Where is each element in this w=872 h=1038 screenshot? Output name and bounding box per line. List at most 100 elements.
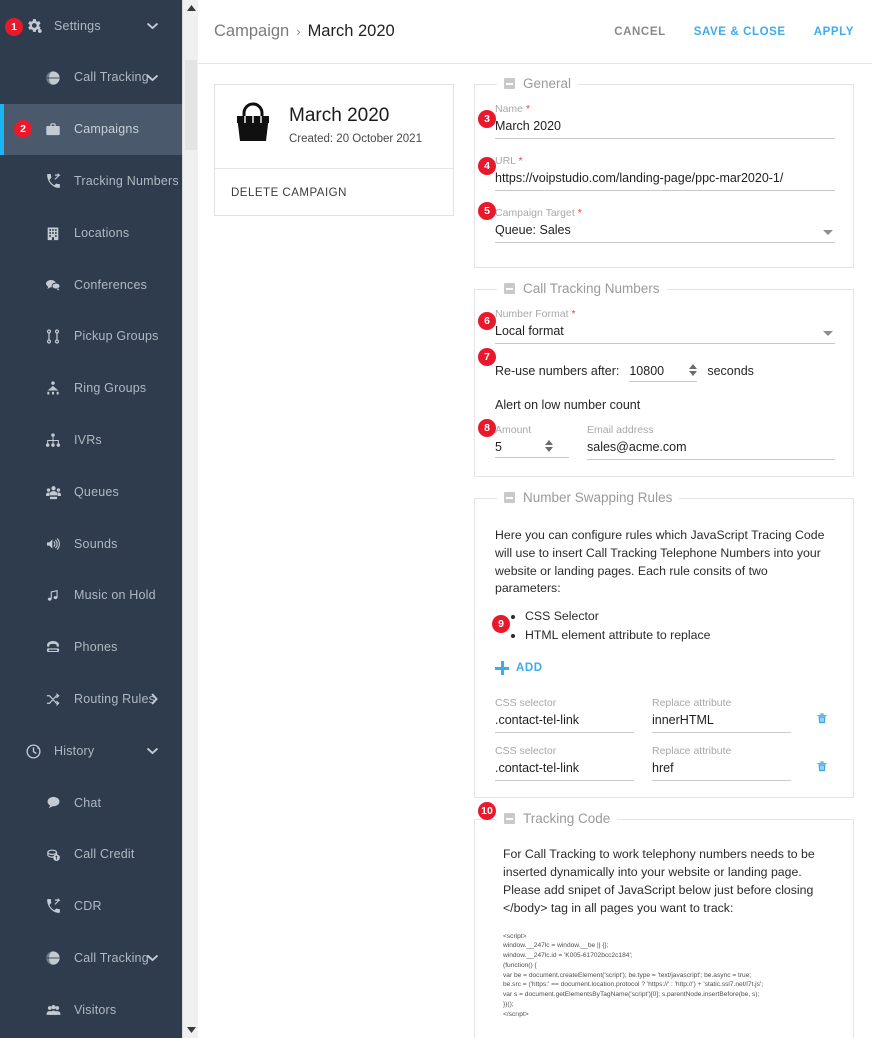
sidebar-item-call-tracking[interactable]: Call Tracking <box>0 52 182 104</box>
number-swapping-description: Here you can configure rules which JavaS… <box>495 528 825 596</box>
sidebar-item-ivrs[interactable]: IVRs <box>0 414 182 466</box>
sidebar-item-phones[interactable]: Phones <box>0 622 182 674</box>
chevron-down-icon[interactable] <box>147 22 158 29</box>
sidebar-item-cdr[interactable]: CDR <box>0 881 182 933</box>
trash-icon <box>815 758 829 777</box>
field-campaign-target: Campaign Target * <box>495 207 835 243</box>
section-call-tracking-numbers-legend[interactable]: Call Tracking Numbers <box>497 281 667 296</box>
number-format-select[interactable] <box>495 322 835 344</box>
stepper-arrows-icon[interactable] <box>689 364 698 376</box>
delete-rule-button[interactable] <box>809 710 835 733</box>
sidebar-item-sounds[interactable]: Sounds <box>0 518 182 570</box>
sidebar-item-music-on-hold[interactable]: Music on Hold <box>0 570 182 622</box>
conference-icon <box>42 275 64 295</box>
sidebar-item-call-credit[interactable]: Call Credit <box>0 829 182 881</box>
reuse-numbers-stepper[interactable] <box>629 364 698 382</box>
sidebar-item-visitors[interactable]: Visitors <box>0 984 182 1036</box>
sidebar-item-label: Pickup Groups <box>74 329 159 344</box>
collapse-icon[interactable] <box>504 813 515 825</box>
tracking-code-snippet[interactable]: <script> window.__247lc = window.__be ||… <box>495 932 835 1020</box>
amount-stepper[interactable] <box>495 440 569 458</box>
step-marker-2: 2 <box>14 120 32 138</box>
delete-campaign-button[interactable]: DELETE CAMPAIGN <box>231 187 347 199</box>
scroll-down-arrow-icon[interactable] <box>183 1022 199 1038</box>
stepper-up-icon[interactable] <box>545 440 553 445</box>
sidebar-scrollbar[interactable] <box>182 0 198 1038</box>
chevron-down-icon[interactable] <box>147 748 158 755</box>
css-selector-input[interactable] <box>495 759 634 782</box>
number-swapping-bullet-list: CSS SelectorHTML element attribute to re… <box>495 607 835 645</box>
stepper-down-icon[interactable] <box>689 371 698 376</box>
url-input[interactable] <box>495 169 835 191</box>
collapse-icon[interactable] <box>504 283 515 294</box>
step-marker-10: 10 <box>478 802 496 820</box>
required-asterisk: * <box>525 103 531 115</box>
css-selector-label: CSS selector <box>495 697 557 710</box>
name-input[interactable] <box>495 117 835 139</box>
trash-icon <box>815 710 829 729</box>
replace-attribute-input[interactable] <box>652 759 791 782</box>
globe-icon <box>42 68 64 88</box>
replace-attribute-input[interactable] <box>652 711 791 734</box>
delete-rule-button[interactable] <box>809 758 835 781</box>
sidebar-item-queues[interactable]: Queues <box>0 466 182 518</box>
sidebar-item-locations[interactable]: Locations <box>0 207 182 259</box>
amount-input[interactable] <box>495 440 541 454</box>
collapse-icon[interactable] <box>504 78 515 89</box>
chevron-down-icon[interactable] <box>823 331 833 336</box>
section-general-legend[interactable]: General <box>497 76 579 91</box>
reuse-numbers-input[interactable] <box>629 364 686 378</box>
sidebar-item-chat[interactable]: Chat <box>0 777 182 829</box>
breadcrumb-separator-icon: › <box>296 24 301 39</box>
campaign-target-label-text: Campaign Target <box>495 207 575 219</box>
sidebar-item-label: CDR <box>74 899 102 914</box>
section-number-swapping-rules-legend[interactable]: Number Swapping Rules <box>497 490 680 505</box>
sidebar-item-label: Call Tracking <box>74 950 149 965</box>
chevron-right-icon[interactable] <box>151 693 158 705</box>
sidebar-item-ring-groups[interactable]: Ring Groups <box>0 363 182 415</box>
email-address-input[interactable] <box>587 438 835 460</box>
sidebar-item-label: Queues <box>74 484 119 499</box>
stepper-down-icon[interactable] <box>545 447 553 452</box>
tracking-code-description: For Call Tracking to work telephony numb… <box>503 847 815 915</box>
collapse-icon[interactable] <box>504 492 515 503</box>
sidebar-item-history[interactable]: History <box>0 725 182 777</box>
ring-groups-icon <box>42 378 64 398</box>
sidebar-item-settings[interactable]: Settings <box>0 0 182 52</box>
globe-icon <box>42 948 64 968</box>
cancel-button[interactable]: CANCEL <box>614 26 666 38</box>
save-and-close-button[interactable]: SAVE & CLOSE <box>694 26 786 38</box>
replace-attribute-label: Replace attribute <box>652 745 732 758</box>
scrollbar-thumb[interactable] <box>185 60 197 150</box>
stepper-arrows-icon[interactable] <box>545 440 553 452</box>
content-area: March 2020 Created: 20 October 2021 DELE… <box>198 64 872 1038</box>
chevron-down-icon[interactable] <box>147 955 158 962</box>
add-rule-button[interactable]: ADD <box>495 661 543 676</box>
sidebar-item-label: Call Tracking <box>74 70 149 85</box>
campaign-target-label: Campaign Target * <box>495 207 835 219</box>
sidebar-item-label: Locations <box>74 225 130 240</box>
sidebar-item-call-tracking[interactable]: Call Tracking <box>0 932 182 984</box>
sidebar-item-pickup-groups[interactable]: Pickup Groups <box>0 311 182 363</box>
campaign-target-select[interactable] <box>495 221 835 243</box>
css-selector-input[interactable] <box>495 711 634 734</box>
step-marker-4: 4 <box>478 157 496 175</box>
apply-button[interactable]: APPLY <box>814 26 854 38</box>
sidebar-item-routing-rules[interactable]: Routing Rules <box>0 673 182 725</box>
rule-row: CSS selector Replace attribute <box>495 745 835 782</box>
chat-bubble-icon <box>42 793 64 813</box>
scroll-up-arrow-icon[interactable] <box>183 0 199 16</box>
breadcrumb-root[interactable]: Campaign <box>214 22 289 41</box>
coins-icon <box>42 845 64 865</box>
stepper-up-icon[interactable] <box>689 364 698 369</box>
plus-icon <box>495 661 509 676</box>
sidebar-item-label: Music on Hold <box>74 588 156 603</box>
phone-incoming-icon <box>42 171 64 191</box>
section-tracking-code-legend[interactable]: Tracking Code <box>497 811 618 827</box>
chevron-down-icon[interactable] <box>823 230 833 235</box>
sidebar-item-tracking-numbers[interactable]: Tracking Numbers <box>0 155 182 207</box>
section-tracking-code: Tracking Code For Call Tracking to work … <box>474 811 854 1038</box>
sidebar-item-conferences[interactable]: Conferences <box>0 259 182 311</box>
chevron-down-icon[interactable] <box>147 74 158 81</box>
right-column: General Name * URL * <box>472 76 856 1038</box>
